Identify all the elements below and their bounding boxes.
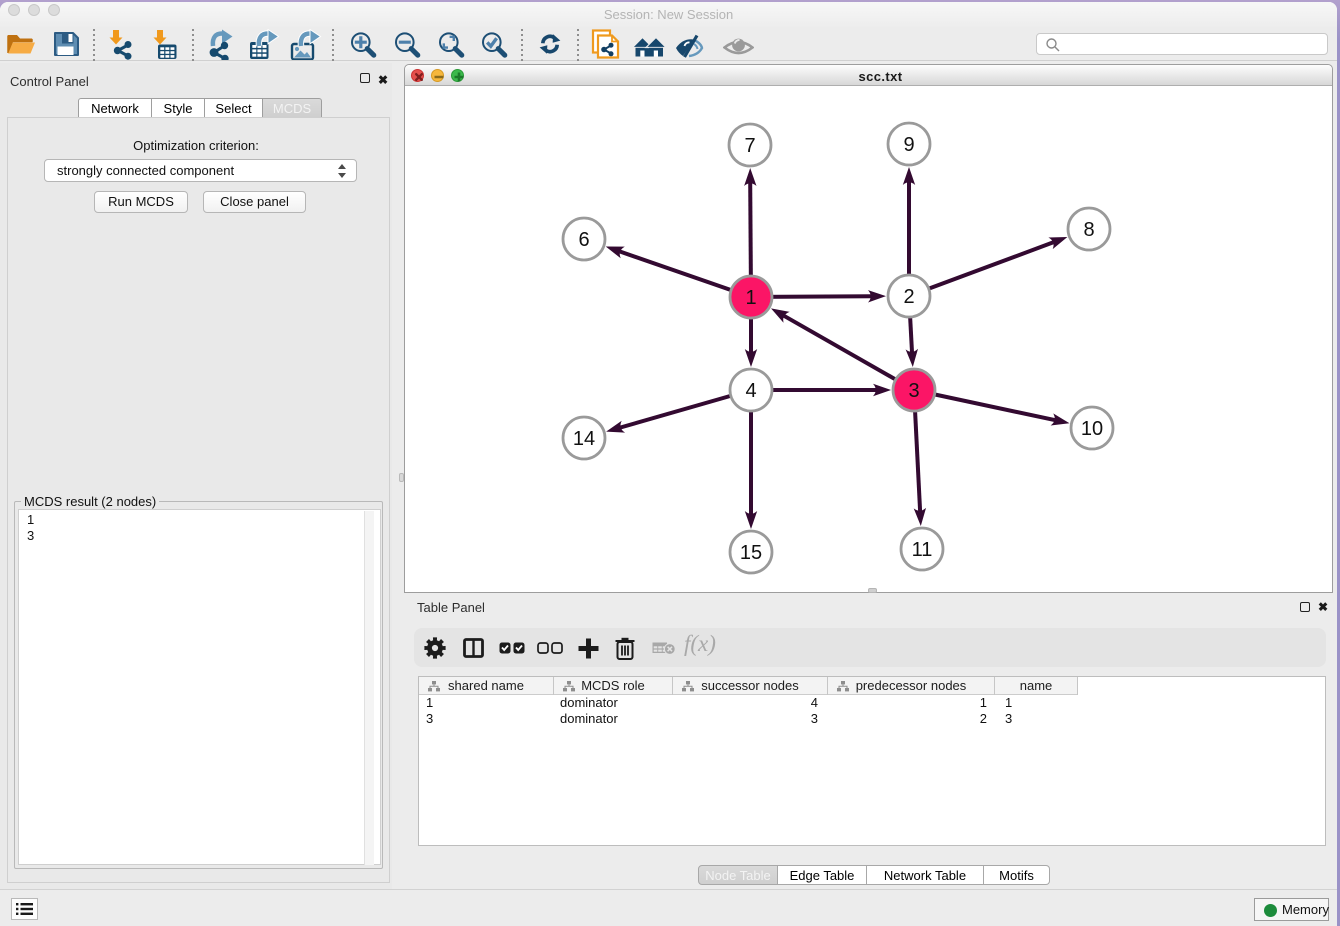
svg-text:4: 4	[745, 380, 756, 402]
svg-text:15: 15	[740, 542, 762, 564]
svg-text:11: 11	[912, 539, 933, 561]
svg-text:1: 1	[745, 287, 756, 309]
svg-text:7: 7	[744, 135, 755, 157]
svg-text:2: 2	[903, 286, 914, 308]
svg-text:9: 9	[903, 134, 914, 156]
svg-text:6: 6	[578, 229, 589, 251]
svg-text:3: 3	[908, 380, 919, 402]
svg-text:14: 14	[573, 428, 595, 450]
svg-text:8: 8	[1083, 219, 1094, 241]
svg-text:10: 10	[1081, 418, 1103, 440]
